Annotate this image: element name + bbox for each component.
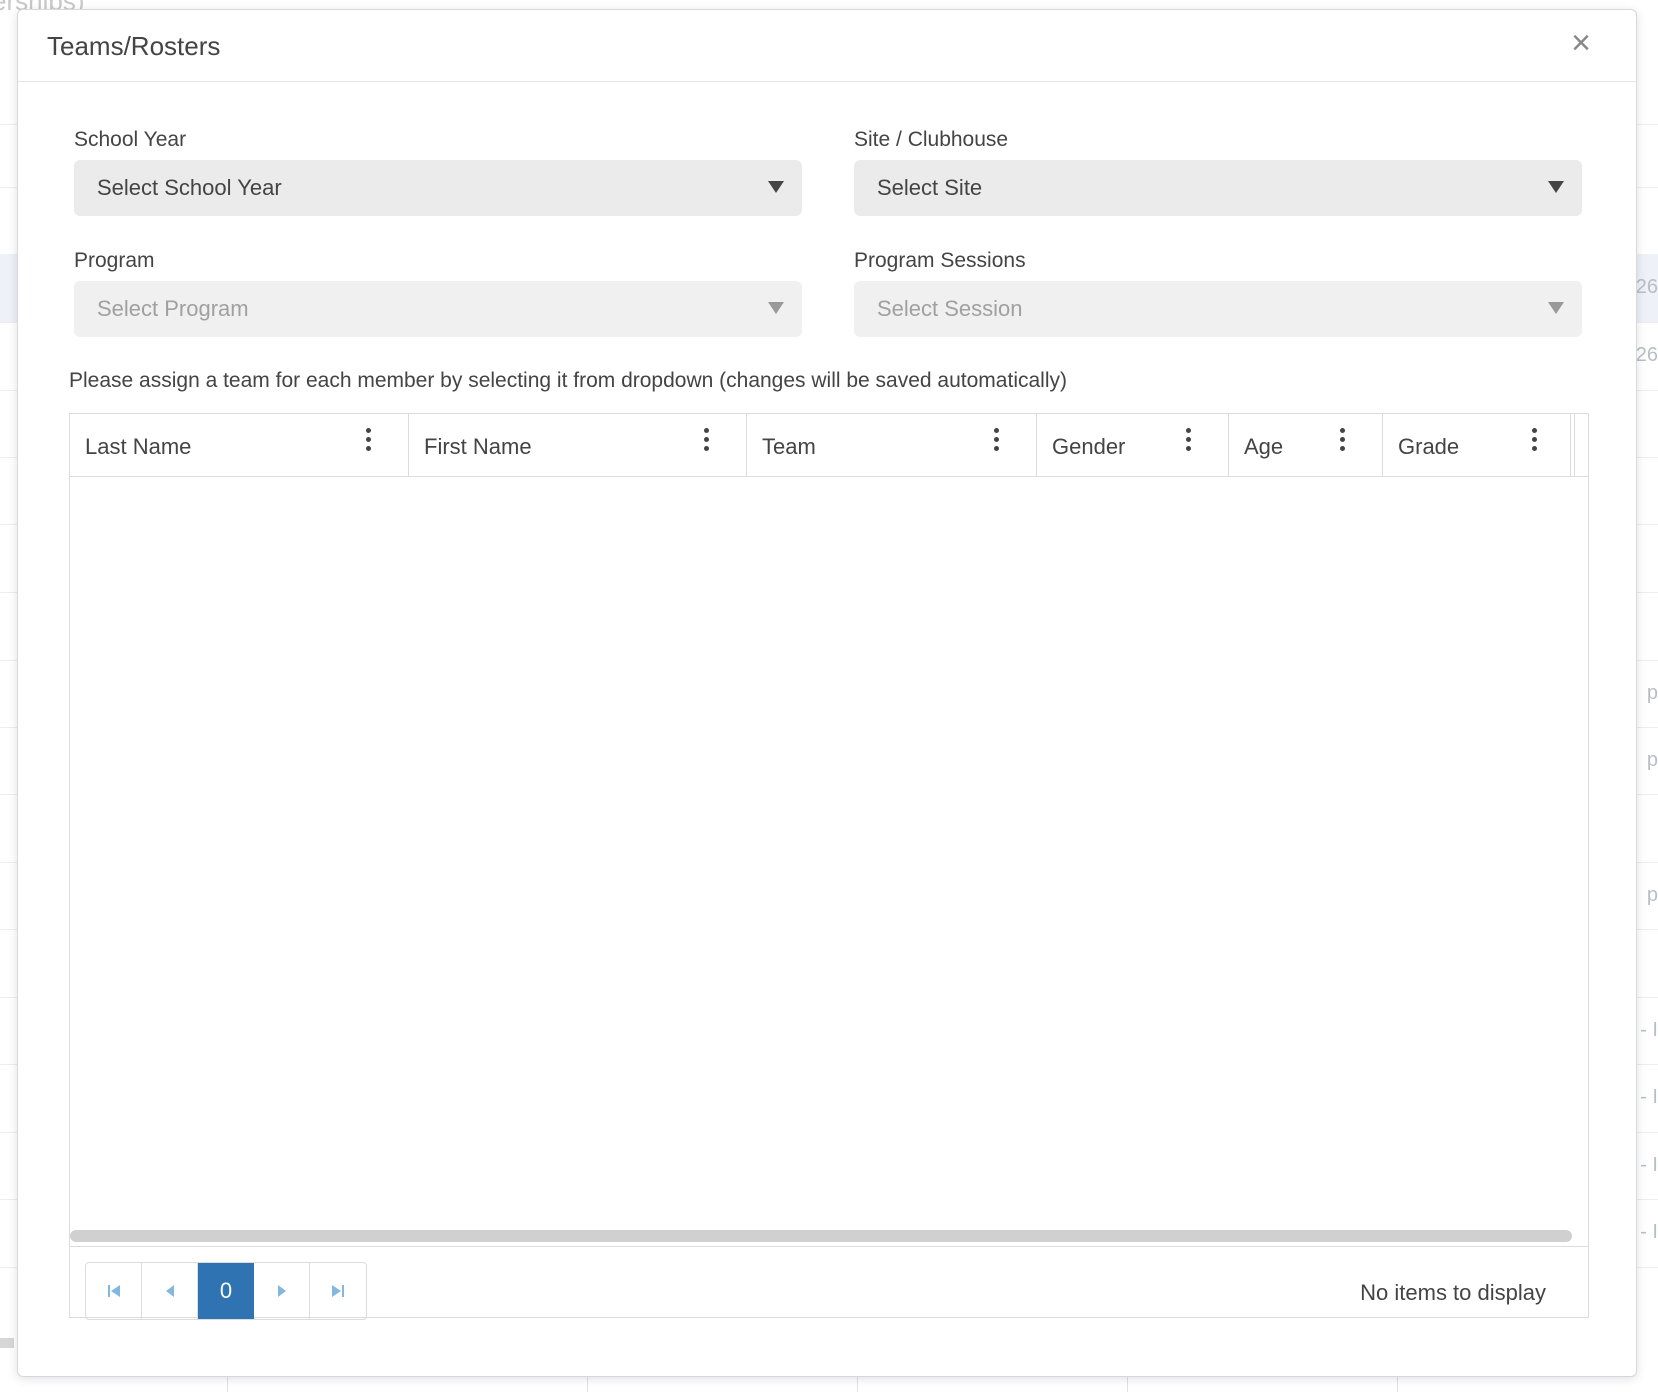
session-value: Select Session	[877, 296, 1023, 321]
chevron-down-icon	[1548, 181, 1564, 193]
current-page-button[interactable]: 0	[198, 1263, 254, 1319]
column-label: Age	[1244, 434, 1284, 459]
background-cell-text: - I	[1640, 1221, 1658, 1243]
background-cell-text: p	[1646, 884, 1658, 906]
horizontal-scrollbar[interactable]	[70, 1230, 1572, 1242]
chevron-down-icon	[1548, 302, 1564, 314]
column-label: First Name	[424, 434, 532, 459]
background-cell-text: p	[1646, 682, 1658, 704]
column-header-gender[interactable]: Gender	[1037, 414, 1229, 476]
background-cell-text: p	[1646, 749, 1658, 771]
column-label: Grade	[1398, 434, 1460, 459]
program-select[interactable]: Select Program	[74, 281, 802, 337]
column-menu-icon[interactable]	[1338, 428, 1346, 458]
column-header-last-name[interactable]: Last Name	[70, 414, 409, 476]
dialog-header: Teams/Rosters ×	[18, 10, 1636, 82]
program-value: Select Program	[97, 296, 249, 321]
column-label: Team	[762, 434, 816, 459]
previous-page-icon	[165, 1285, 174, 1297]
site-clubhouse-field: Site / Clubhouse Select Site	[854, 128, 1582, 216]
assignment-instruction: Please assign a team for each member by …	[69, 369, 1067, 392]
background-column-divider	[1127, 1376, 1128, 1392]
school-year-select[interactable]: Select School Year	[74, 160, 802, 216]
background-cell-text: 26	[1635, 276, 1658, 298]
pager-info: No items to display	[1360, 1280, 1546, 1305]
grid-pager: 0 No items to display	[70, 1246, 1588, 1320]
background-column-divider	[857, 1376, 858, 1392]
column-menu-icon[interactable]	[1530, 428, 1538, 458]
background-scrollbar[interactable]	[0, 1338, 14, 1348]
background-column-divider	[1397, 1376, 1398, 1392]
last-page-button[interactable]	[310, 1263, 366, 1319]
column-menu-icon[interactable]	[364, 428, 372, 458]
pagination-controls: 0	[85, 1262, 367, 1320]
program-field: Program Select Program	[74, 249, 802, 337]
close-icon[interactable]: ×	[1566, 26, 1596, 60]
column-menu-icon[interactable]	[702, 428, 710, 458]
previous-page-button[interactable]	[142, 1263, 198, 1319]
column-label: Last Name	[85, 434, 192, 459]
background-cell-text: - I	[1640, 1086, 1658, 1108]
teams-rosters-dialog: Teams/Rosters × School Year Select Schoo…	[17, 9, 1637, 1377]
background-column-divider	[587, 1376, 588, 1392]
column-header-first-name[interactable]: First Name	[409, 414, 747, 476]
first-page-button[interactable]	[86, 1263, 142, 1319]
roster-grid: Last Name First Name Team Gender Age Gra…	[69, 413, 1589, 1320]
background-cell-text: - I	[1640, 1019, 1658, 1041]
column-header-team[interactable]: Team	[747, 414, 1037, 476]
grid-header: Last Name First Name Team Gender Age Gra…	[70, 414, 1575, 477]
next-page-button[interactable]	[254, 1263, 310, 1319]
column-menu-icon[interactable]	[992, 428, 1000, 458]
next-page-icon	[277, 1285, 286, 1297]
site-select[interactable]: Select Site	[854, 160, 1582, 216]
first-page-icon	[107, 1285, 120, 1297]
session-select[interactable]: Select Session	[854, 281, 1582, 337]
program-label: Program	[74, 249, 155, 272]
site-clubhouse-label: Site / Clubhouse	[854, 128, 1009, 151]
site-value: Select Site	[877, 175, 983, 200]
school-year-value: Select School Year	[97, 175, 282, 200]
dialog-title: Teams/Rosters	[47, 31, 221, 61]
program-sessions-label: Program Sessions	[854, 249, 1026, 272]
column-menu-icon[interactable]	[1184, 428, 1192, 458]
school-year-field: School Year Select School Year	[74, 128, 802, 216]
school-year-label: School Year	[74, 128, 187, 151]
column-label: Gender	[1052, 434, 1126, 459]
program-sessions-field: Program Sessions Select Session	[854, 249, 1582, 337]
background-cell-text: - I	[1640, 1154, 1658, 1176]
last-page-icon	[332, 1285, 344, 1297]
background-column-divider	[227, 1376, 228, 1392]
chevron-down-icon	[768, 181, 784, 193]
grid-header-spacer	[1570, 414, 1589, 477]
background-cell-text: 26	[1635, 344, 1658, 366]
column-header-age[interactable]: Age	[1229, 414, 1383, 476]
chevron-down-icon	[768, 302, 784, 314]
column-header-grade[interactable]: Grade	[1383, 414, 1575, 476]
